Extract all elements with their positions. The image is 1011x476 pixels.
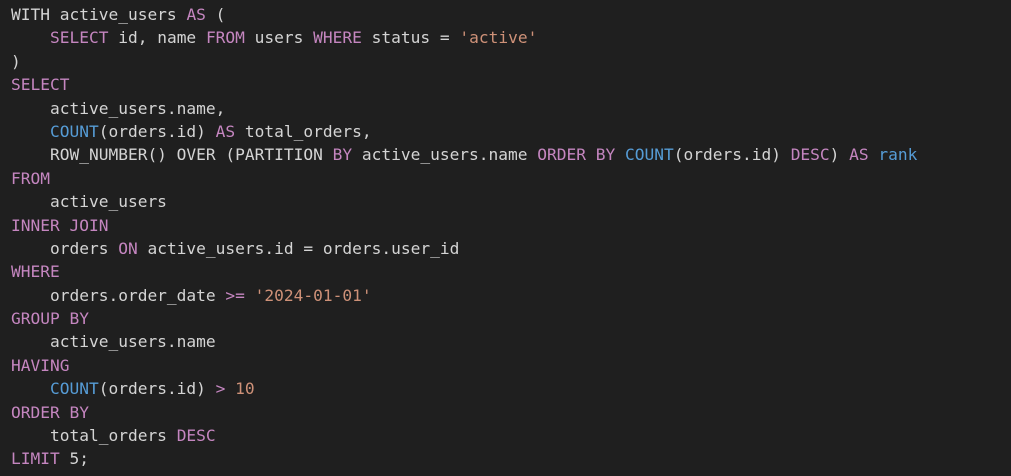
code-line-12[interactable]: WHERE bbox=[11, 260, 1011, 283]
code-line-6[interactable]: COUNT(orders.id) AS total_orders, bbox=[11, 120, 1011, 143]
keyword-token: > bbox=[215, 379, 226, 399]
identifier-token: active_users bbox=[11, 192, 167, 212]
function-token: COUNT bbox=[625, 145, 674, 165]
string-token: '2024-01-01' bbox=[254, 285, 372, 305]
code-editor[interactable]: WITH active_users AS ( SELECT id, name F… bbox=[0, 0, 1011, 476]
keyword-token: AS bbox=[849, 145, 869, 165]
keyword-token: AS bbox=[215, 121, 236, 141]
keyword-token: HAVING bbox=[11, 355, 70, 375]
identifier-token: users bbox=[244, 28, 314, 48]
punctuation-token: ( bbox=[205, 5, 226, 24]
code-line-19[interactable]: total_orders DESC bbox=[11, 424, 1011, 447]
keyword-token: INNER JOIN bbox=[11, 215, 109, 235]
code-line-10[interactable]: INNER JOIN bbox=[11, 214, 1011, 237]
code-line-2[interactable]: SELECT id, name FROM users WHERE status … bbox=[11, 26, 1011, 49]
identifier-token: ROW_NUMBER() OVER (PARTITION bbox=[11, 145, 333, 165]
identifier-token: (orders.id) bbox=[673, 145, 791, 165]
keyword-token: LIMIT bbox=[11, 449, 60, 469]
identifier-token: 5; bbox=[59, 449, 89, 469]
code-line-14[interactable]: GROUP BY bbox=[11, 307, 1011, 330]
punctuation-token: ) bbox=[829, 145, 850, 165]
identifier-token: id, name bbox=[108, 28, 206, 48]
identifier-token: WITH active_users bbox=[11, 5, 187, 24]
code-line-9[interactable]: active_users bbox=[11, 190, 1011, 213]
keyword-token: >= bbox=[225, 285, 245, 305]
function-token: COUNT bbox=[49, 379, 99, 399]
keyword-token: SELECT bbox=[49, 28, 109, 48]
code-line-18[interactable]: ORDER BY bbox=[11, 401, 1011, 424]
code-line-3[interactable]: ) bbox=[11, 50, 1011, 73]
function-token: COUNT bbox=[49, 121, 99, 141]
punctuation-token: ) bbox=[11, 51, 21, 71]
code-line-1[interactable]: WITH active_users AS ( bbox=[11, 3, 1011, 26]
code-line-17[interactable]: COUNT(orders.id) > 10 bbox=[11, 377, 1011, 400]
code-line-4[interactable]: SELECT bbox=[11, 73, 1011, 96]
code-line-5[interactable]: active_users.name, bbox=[11, 97, 1011, 120]
identifier-token: active_users.name bbox=[352, 145, 538, 165]
identifier-token: (orders.id) bbox=[98, 379, 216, 399]
number-token: 10 bbox=[235, 379, 255, 399]
keyword-token: ORDER BY bbox=[11, 402, 89, 422]
function-token: rank bbox=[878, 145, 918, 165]
keyword-token: GROUP BY bbox=[11, 309, 89, 329]
keyword-token: BY bbox=[332, 145, 353, 165]
string-token: 'active' bbox=[459, 28, 538, 48]
keyword-token: ON bbox=[118, 238, 138, 258]
keyword-token: WHERE bbox=[313, 28, 362, 48]
code-line-16[interactable]: HAVING bbox=[11, 354, 1011, 377]
keyword-token: AS bbox=[186, 5, 206, 24]
identifier-token: active_users.id = orders.user_id bbox=[137, 238, 460, 258]
keyword-token: DESC bbox=[176, 426, 216, 446]
identifier-token: active_users.name bbox=[11, 332, 216, 352]
identifier-token: active_users.name, bbox=[11, 98, 226, 118]
code-line-15[interactable]: active_users.name bbox=[11, 330, 1011, 353]
keyword-token: DESC bbox=[790, 145, 830, 165]
code-line-20[interactable]: LIMIT 5; bbox=[11, 447, 1011, 470]
code-line-8[interactable]: FROM bbox=[11, 167, 1011, 190]
keyword-token: SELECT bbox=[11, 75, 70, 95]
keyword-token: ORDER BY bbox=[537, 145, 616, 165]
code-line-7[interactable]: ROW_NUMBER() OVER (PARTITION BY active_u… bbox=[11, 143, 1011, 166]
identifier-token: status = bbox=[361, 28, 460, 48]
code-line-13[interactable]: orders.order_date >= '2024-01-01' bbox=[11, 284, 1011, 307]
identifier-token: orders bbox=[11, 238, 119, 258]
identifier-token: orders.order_date bbox=[11, 285, 226, 305]
identifier-token: total_orders, bbox=[235, 121, 372, 141]
keyword-token: FROM bbox=[205, 28, 245, 48]
code-line-11[interactable]: orders ON active_users.id = orders.user_… bbox=[11, 237, 1011, 260]
identifier-token: (orders.id) bbox=[98, 121, 216, 141]
keyword-token: WHERE bbox=[11, 262, 60, 282]
identifier-token: total_orders bbox=[11, 426, 177, 446]
keyword-token: FROM bbox=[11, 168, 50, 188]
